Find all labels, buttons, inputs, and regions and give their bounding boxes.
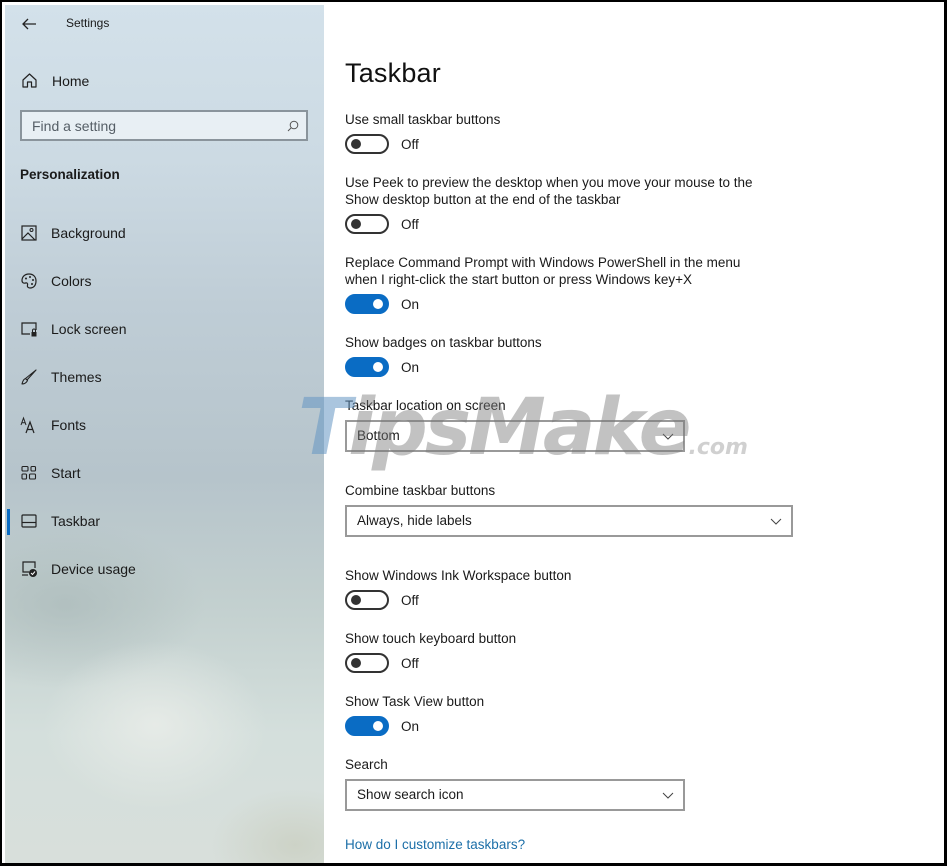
sidebar-home[interactable]: Home [5,65,324,97]
sidebar-item-label: Fonts [51,417,87,433]
peek-toggle[interactable]: Off [345,214,775,234]
setting-small-taskbar-buttons: Use small taskbar buttons Off [345,111,785,154]
sidebar-item-label: Themes [51,369,102,385]
section-title: Personalization [20,167,120,182]
taskbar-location-dropdown[interactable]: Bottom [345,420,685,452]
sidebar-item-start[interactable]: Start [5,449,324,497]
sidebar-item-label: Background [51,225,126,241]
toggle-switch[interactable] [345,134,389,154]
setting-label: Search [345,757,388,772]
sidebar-item-fonts[interactable]: Fonts [5,401,324,449]
toggle-knob [351,595,361,605]
toggle-switch[interactable] [345,653,389,673]
help-link[interactable]: How do I customize taskbars? [345,837,525,852]
home-icon [22,73,37,88]
toggle-switch[interactable] [345,357,389,377]
taskbar-icon [21,514,37,528]
ink-workspace-toggle[interactable]: Off [345,590,785,610]
setting-label: Taskbar location on screen [345,398,506,413]
chevron-down-icon [662,792,674,799]
toggle-state: Off [401,216,419,232]
picture-icon [21,225,37,241]
task-view-toggle[interactable]: On [345,716,785,736]
setting-label: Show Windows Ink Workspace button [345,568,572,583]
toggle-state: On [401,296,420,312]
sidebar-item-taskbar[interactable]: Taskbar [5,497,324,545]
main-content: Taskbar Use small taskbar buttons Off Us… [324,5,944,863]
lock-screen-icon [21,322,37,337]
dropdown-value: Show search icon [357,787,464,802]
fonts-icon [20,416,35,434]
setting-touch-keyboard: Show touch keyboard button Off [345,630,785,673]
sidebar-item-colors[interactable]: Colors [5,257,324,305]
sidebar-item-label: Lock screen [51,321,127,337]
setting-ink-workspace: Show Windows Ink Workspace button Off [345,567,785,610]
combine-buttons-dropdown[interactable]: Always, hide labels [345,505,793,537]
search-mode-dropdown[interactable]: Show search icon [345,779,685,811]
settings-window: Settings Home Find a setting Personaliza… [0,0,947,866]
toggle-state: Off [401,592,419,608]
search-input[interactable]: Find a setting [20,110,308,141]
sidebar-nav: Background Colors Lock screen Themes Fon… [5,209,324,593]
dropdown-value: Always, hide labels [357,513,472,528]
search-icon[interactable] [287,120,299,132]
setting-label: Replace Command Prompt with Windows Powe… [345,255,741,287]
small-buttons-toggle[interactable]: Off [345,134,785,154]
sidebar-item-device-usage[interactable]: Device usage [5,545,324,593]
setting-badges: Show badges on taskbar buttons On [345,334,785,377]
dropdown-value: Bottom [357,428,400,443]
toggle-knob [373,721,383,731]
toggle-knob [351,219,361,229]
toggle-state: Off [401,136,419,152]
sidebar-item-label: Colors [51,273,92,289]
setting-taskbar-location: Taskbar location on screen Bottom [345,397,685,452]
setting-label: Show badges on taskbar buttons [345,335,542,350]
setting-label: Use Peek to preview the desktop when you… [345,175,753,207]
page-title: Taskbar [345,58,441,88]
sidebar-item-background[interactable]: Background [5,209,324,257]
sidebar-item-themes[interactable]: Themes [5,353,324,401]
sidebar-item-label: Device usage [51,561,136,577]
setting-label: Use small taskbar buttons [345,112,501,127]
setting-combine-buttons: Combine taskbar buttons Always, hide lab… [345,482,793,537]
toggle-knob [351,658,361,668]
sidebar-item-label: Taskbar [51,513,101,529]
setting-label: Show touch keyboard button [345,631,517,646]
setting-label: Combine taskbar buttons [345,483,496,498]
touch-keyboard-toggle[interactable]: Off [345,653,785,673]
setting-peek: Use Peek to preview the desktop when you… [345,174,775,234]
toggle-switch[interactable] [345,590,389,610]
powershell-toggle[interactable]: On [345,294,765,314]
toggle-switch[interactable] [345,214,389,234]
setting-powershell: Replace Command Prompt with Windows Powe… [345,254,765,314]
toggle-knob [373,362,383,372]
toggle-switch[interactable] [345,716,389,736]
toggle-knob [373,299,383,309]
home-label: Home [52,73,90,89]
toggle-state: On [401,718,420,734]
setting-search: Search Show search icon [345,756,685,811]
setting-task-view: Show Task View button On [345,693,785,736]
title-bar: Settings [5,5,324,41]
active-indicator [7,509,10,535]
sidebar: Settings Home Find a setting Personaliza… [5,5,324,863]
toggle-switch[interactable] [345,294,389,314]
search-placeholder: Find a setting [32,118,117,134]
badges-toggle[interactable]: On [345,357,785,377]
sidebar-item-label: Start [51,465,81,481]
app-title: Settings [66,16,110,30]
brush-icon [21,369,37,385]
arrow-left-icon[interactable] [20,15,38,33]
sidebar-item-lock-screen[interactable]: Lock screen [5,305,324,353]
toggle-knob [351,139,361,149]
toggle-state: Off [401,655,419,671]
toggle-state: On [401,359,420,375]
device-usage-icon [22,561,37,577]
chevron-down-icon [770,518,782,525]
chevron-down-icon [662,433,674,440]
setting-label: Show Task View button [345,694,485,709]
palette-icon [21,273,37,289]
start-tiles-icon [21,465,37,480]
